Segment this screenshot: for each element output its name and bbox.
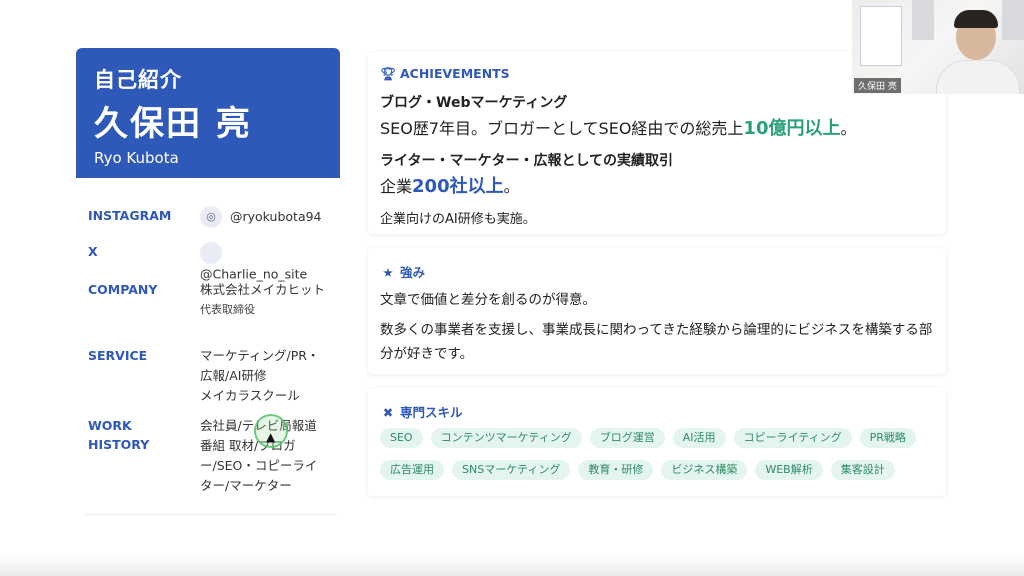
work-line-4: ター/マーケター [200,478,292,493]
star-icon: ★ [382,265,394,280]
skill-chip: 集客設計 [830,460,895,480]
skills-card: ✖ 専門スキル SEO コンテンツマーケティング ブログ運営 AI活用 コピーライティング… [368,388,946,496]
participant-body [936,60,1020,94]
bottom-shadow [0,554,1024,576]
skill-chip: ビジネス構築 [661,460,748,480]
achievement-text-1: SEO歴7年目。ブロガーとしてSEO経由での総売上10億円以上。 [380,114,857,140]
instagram-icon: ◎ [200,206,222,228]
achievement-text-2: 企業200社以上。 [380,172,520,198]
skill-chip: 広告運用 [380,460,444,480]
skill-chip: SEO [380,428,423,448]
strengths-title-text: 強み [400,265,426,280]
presentation-slide: 自己紹介 久保田 亮 Ryo Kubota INSTAGRAM ◎ @ryokub… [0,0,1024,576]
achievement-heading-2: ライター・マーケター・広報としての実績取引 [380,153,674,169]
achievement-text-1-post: 。 [840,119,857,138]
service-line-1: マーケティング/PR・ [200,348,320,363]
achievements-title: 🏆︎ ACHIEVEMENTS [380,66,510,82]
trophy-icon: 🏆︎ [380,66,396,81]
skill-chips: SEO コンテンツマーケティング ブログ運営 AI活用 コピーライティング PR戦略 広告… [380,426,940,490]
skill-chip: SNSマーケティング [452,460,571,480]
info-val-company: 株式会社メイカヒット 代表取締役 [200,280,330,320]
info-key-x: X [88,244,98,259]
achievement-text-1-pre: SEO歴7年目。ブロガーとしてSEO経由での総売上 [380,119,744,138]
service-line-3: メイカラスクール [200,388,300,403]
skill-chip: WEB解析 [755,460,823,480]
skills-title: ✖ 専門スキル [380,402,463,421]
strength-text-2: 数多くの事業者を支援し、事業成長に関わってきた経験から論理的にビジネスを構築する… [380,322,933,362]
work-key-line-1: WORK [88,418,132,433]
info-val-service: マーケティング/PR・ 広報/AI研修 メイカラスクール [200,346,330,406]
achievement-text-2-pre: 企業 [380,177,413,196]
achievement-highlight-1: 10億円以上 [743,118,841,139]
skill-chip: コンテンツマーケティング [430,428,582,448]
company-role: 代表取締役 [200,303,255,316]
participant-name-tag: 久保田 亮 [854,78,901,93]
window-decor [1002,0,1024,40]
skill-chip: 教育・研修 [578,460,654,480]
achievements-title-text: ACHIEVEMENTS [400,66,510,81]
divider [84,514,338,515]
achievement-heading-1: ブログ・Webマーケティング [380,95,568,111]
skills-title-text: 専門スキル [400,405,463,420]
info-key-service: SERVICE [88,348,148,363]
info-key-work-history: WORK HISTORY [88,416,188,454]
strengths-card: ★ 強み 文章で価値と差分を創るのが得意。 数多くの事業者を支援し、事業成長に関わ… [368,248,946,374]
tools-icon: ✖ [382,405,394,420]
strengths-title: ★ 強み [380,262,425,281]
cursor-pointer-icon: ▲ [266,430,276,444]
x-icon [200,242,222,264]
info-key-company: COMPANY [88,282,158,297]
company-name: 株式会社メイカヒット [200,282,326,297]
work-line-3: ー/SEO・コピーライ [200,458,318,473]
participant-video-thumbnail[interactable]: 久保田 亮 [852,0,1024,94]
instagram-handle: @ryokubota94 [230,209,322,224]
participant-hair [954,10,998,28]
window-decor [912,0,934,40]
info-val-x[interactable]: @Charlie_no_site [200,242,330,285]
achievement-text-2-post: 。 [503,177,520,196]
profile-name-roman: Ryo Kubota [94,149,179,167]
profile-name: 久保田 亮 [94,104,252,144]
skill-chip: ブログ運営 [589,428,665,448]
info-key-instagram: INSTAGRAM [88,208,172,223]
achievement-text-3: 企業向けのAI研修も実施。 [380,212,536,227]
profile-label: 自己紹介 [94,68,182,92]
achievement-highlight-2: 200社以上 [412,176,504,197]
strength-text-1: 文章で価値と差分を創るのが得意。 [380,292,596,308]
work-key-line-2: HISTORY [88,437,150,452]
wall-poster [860,6,902,66]
skill-chip: コピーライティング [733,428,852,448]
info-val-instagram[interactable]: ◎ @ryokubota94 [200,206,330,228]
service-line-2: 広報/AI研修 [200,368,267,383]
skill-chip: PR戦略 [859,428,916,448]
skill-chip: AI活用 [672,428,726,448]
profile-header: 自己紹介 久保田 亮 Ryo Kubota [76,48,340,178]
